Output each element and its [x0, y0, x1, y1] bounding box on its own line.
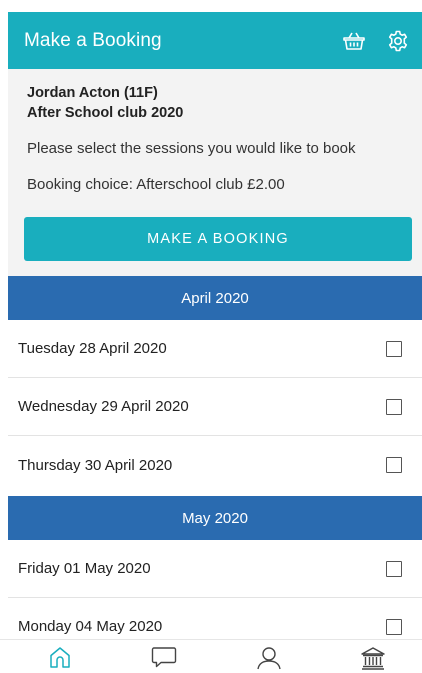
booking-choice: Booking choice: Afterschool club £2.00 — [27, 176, 285, 193]
session-row[interactable]: Wednesday 29 April 2020 — [8, 378, 422, 436]
month-header-may: May 2020 — [8, 496, 422, 540]
make-booking-button[interactable]: MAKE A BOOKING — [24, 217, 412, 261]
student-name: Jordan Acton (11F) — [27, 85, 158, 101]
nav-home-button[interactable] — [45, 646, 75, 673]
chat-icon — [151, 647, 177, 668]
session-date: Friday 01 May 2020 — [18, 560, 151, 577]
nav-profile-button[interactable] — [254, 646, 284, 673]
session-row[interactable]: Friday 01 May 2020 — [8, 540, 422, 598]
session-checkbox[interactable] — [386, 457, 402, 473]
session-checkbox[interactable] — [386, 398, 402, 415]
booking-info-panel: Jordan Acton (11F) After School club 202… — [8, 69, 422, 276]
app-screen: Make a Booking Jordan Acton (11F) After … — [0, 0, 422, 673]
user-icon — [257, 647, 281, 670]
school-icon — [361, 647, 385, 670]
home-icon — [50, 647, 70, 668]
session-checkbox[interactable] — [386, 560, 402, 577]
month-header-april: April 2020 — [8, 276, 422, 320]
club-name: After School club 2020 — [27, 105, 184, 121]
session-checkbox[interactable] — [386, 618, 402, 635]
session-date: Monday 04 May 2020 — [18, 618, 163, 635]
nav-school-button[interactable] — [358, 646, 388, 673]
nav-messages-button[interactable] — [149, 646, 179, 673]
session-row[interactable]: Tuesday 28 April 2020 — [8, 320, 422, 378]
session-checkbox[interactable] — [386, 340, 402, 357]
app-header: Make a Booking — [8, 12, 422, 69]
session-date: Tuesday 28 April 2020 — [18, 340, 167, 357]
session-date: Thursday 30 April 2020 — [18, 456, 173, 474]
bottom-nav — [0, 639, 422, 673]
session-row[interactable]: Thursday 30 April 2020 — [8, 436, 422, 494]
settings-button[interactable] — [384, 27, 412, 55]
basket-button[interactable] — [340, 27, 368, 55]
selection-prompt: Please select the sessions you would lik… — [27, 140, 356, 157]
session-date: Wednesday 29 April 2020 — [18, 398, 189, 415]
page-title: Make a Booking — [24, 29, 162, 51]
basket-icon — [343, 32, 365, 50]
gear-icon — [388, 30, 408, 51]
